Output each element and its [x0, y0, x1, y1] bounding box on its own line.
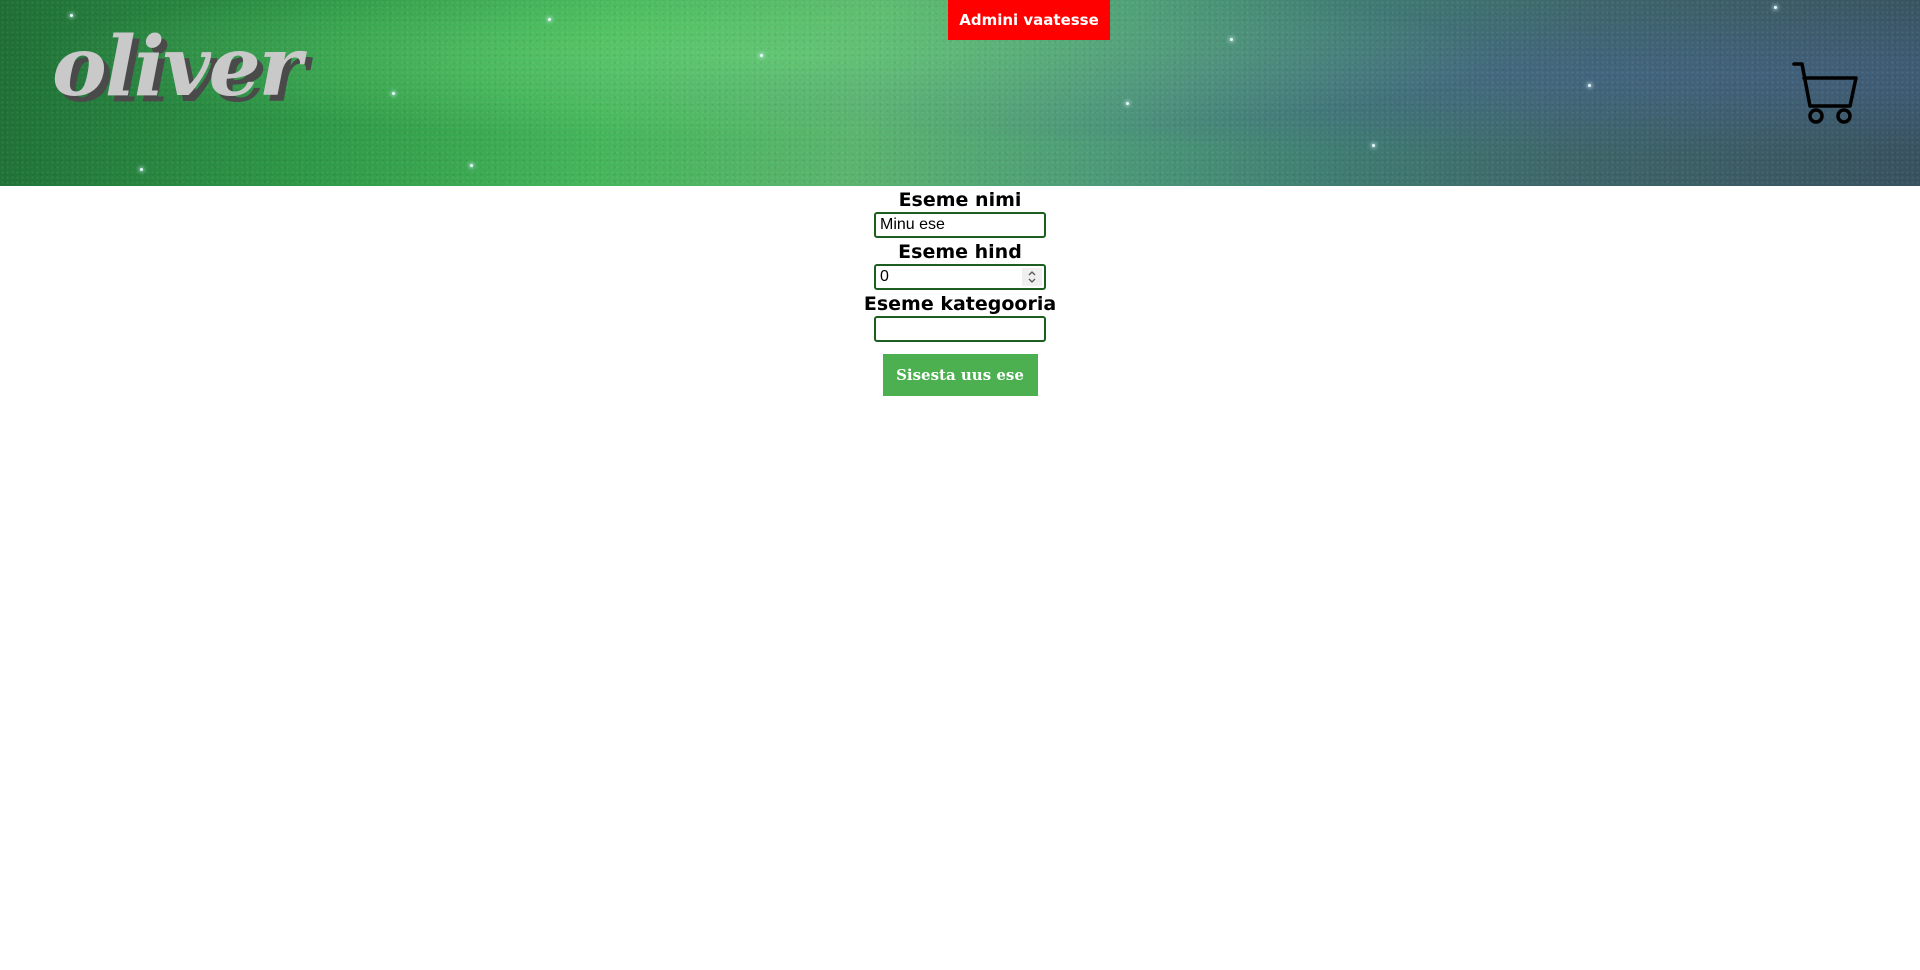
- item-price-input[interactable]: 0: [874, 264, 1046, 290]
- shopping-cart-icon[interactable]: [1790, 60, 1860, 126]
- star: [140, 168, 143, 171]
- star: [1774, 6, 1777, 9]
- admin-view-button[interactable]: Admini vaatesse: [948, 0, 1110, 40]
- item-name-label: Eseme nimi: [898, 189, 1022, 211]
- site-logo[interactable]: oliver: [52, 26, 302, 108]
- star: [760, 54, 763, 57]
- item-price-value: 0: [880, 268, 889, 285]
- star: [470, 164, 473, 167]
- add-item-form: Eseme nimi Minu ese Eseme hind 0 Eseme k…: [0, 186, 1920, 396]
- submit-new-item-button[interactable]: Sisesta uus ese: [882, 354, 1038, 396]
- price-spinner[interactable]: [1022, 268, 1042, 286]
- item-category-input[interactable]: [874, 316, 1046, 342]
- item-name-input[interactable]: Minu ese: [874, 212, 1046, 238]
- spinner-arrows-icon: [1028, 271, 1036, 283]
- item-name-value: Minu ese: [880, 216, 945, 233]
- header-banner: oliver Admini vaatesse: [0, 0, 1920, 186]
- star: [1372, 144, 1375, 147]
- star: [70, 14, 73, 17]
- star: [1126, 102, 1129, 105]
- star: [1588, 84, 1591, 87]
- star: [1230, 38, 1233, 41]
- star: [548, 18, 551, 21]
- star: [392, 92, 395, 95]
- item-category-label: Eseme kategooria: [863, 293, 1057, 315]
- item-price-label: Eseme hind: [898, 241, 1022, 263]
